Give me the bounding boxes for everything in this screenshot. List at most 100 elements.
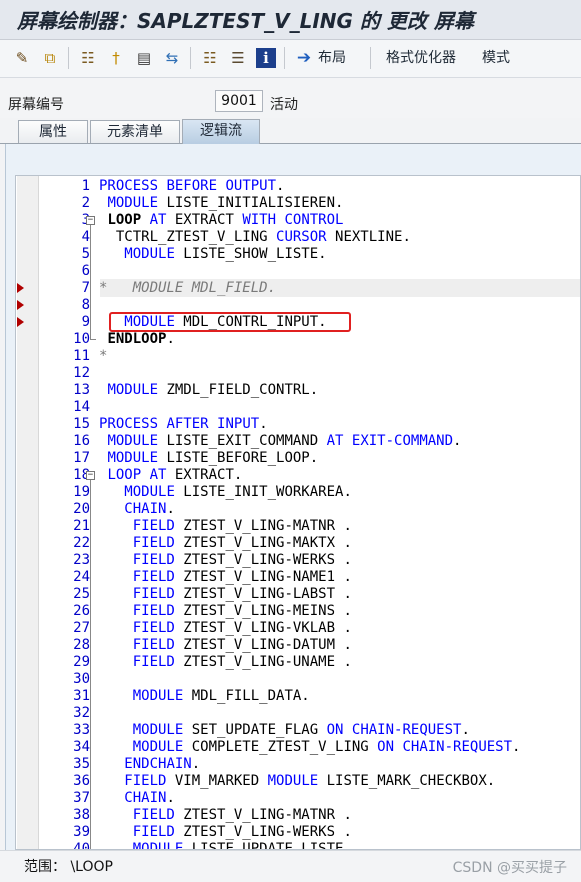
code-token: ZTEST_V_LING-MATNR . [174, 518, 352, 534]
toolbar-separator [68, 47, 69, 69]
code-line: FIELD ZTEST_V_LING-UNAME . [99, 654, 352, 671]
code-line: PROCESS BEFORE OUTPUT. [99, 178, 284, 195]
screen-number-field[interactable]: 9001 [215, 90, 263, 112]
title-bar: 屏幕绘制器：SAPLZTEST_V_LING 的 更改 屏幕 [0, 0, 581, 40]
breakpoint-marker-icon [17, 300, 24, 310]
line-number: 17 [73, 450, 90, 466]
comment-token: * [99, 348, 108, 364]
code-line: FIELD ZTEST_V_LING-MATNR . [99, 518, 352, 535]
line-number: 39 [73, 824, 90, 840]
keyword-token: FIELD [132, 552, 175, 568]
code-line: MODULE LISTE_INIT_WORKAREA. [99, 484, 352, 501]
screen-number-row: 屏幕编号 9001 活动 [0, 78, 581, 118]
keyword-token: FIELD [132, 637, 175, 653]
keyword-token: CONTROL [284, 212, 344, 228]
pencil-icon[interactable]: ✎ [12, 48, 32, 68]
line-number: 16 [73, 433, 90, 449]
toolbar-separator [370, 47, 371, 69]
code-line: FIELD ZTEST_V_LING-MAKTX . [99, 535, 352, 552]
line-number: 38 [73, 807, 90, 823]
code-line: * MODULE MDL_FIELD. [99, 280, 276, 297]
code-token: ZTEST_V_LING-MAKTX . [174, 535, 352, 551]
keyword-token: FIELD [132, 824, 175, 840]
comment-token: * MODULE MDL_FIELD. [99, 280, 277, 296]
code-token: ZTEST_V_LING-UNAME . [174, 654, 352, 670]
fold-end [90, 339, 96, 340]
hierarchy-icon[interactable]: ☷ [78, 48, 98, 68]
code-line: CHAIN. [99, 790, 175, 807]
code-line: FIELD ZTEST_V_LING-NAME1 . [99, 569, 352, 586]
code-token: . [166, 501, 175, 517]
keyword-token: CHAIN [124, 790, 167, 806]
toolbar-separator [284, 47, 285, 69]
pretty-printer-button[interactable]: 格式优化器 [386, 48, 456, 68]
tab-element-list[interactable]: 元素清单 [90, 120, 180, 143]
arrow-right-icon[interactable]: ➔ [294, 48, 314, 68]
keyword-token: LOOP [107, 467, 142, 483]
copy-check-icon[interactable]: ⧉ [40, 48, 60, 68]
tree-icon[interactable]: ☷ [200, 48, 220, 68]
code-token: ZTEST_V_LING-DATUM . [174, 637, 352, 653]
code-token: . [166, 790, 175, 806]
keyword-token: INPUT [217, 416, 260, 432]
code-token: ZTEST_V_LING-WERKS . [174, 552, 352, 568]
code-line: MODULE MDL_FILL_DATA. [99, 688, 310, 705]
tab-strip: 属性 元素清单 逻辑流 [0, 118, 581, 144]
info-icon[interactable]: i [256, 48, 276, 68]
code-line: * [99, 348, 107, 365]
keyword-token: MODULE [124, 484, 175, 500]
line-number: 35 [73, 756, 90, 772]
application-toolbar: ✎ ⧉ ☷ † ▤ ⇆ ☷ ☰ i ➔ 布局 格式优化器 模式 [0, 40, 581, 78]
keyword-token: FIELD [124, 773, 167, 789]
keyword-token: FIELD [132, 807, 175, 823]
list-icon[interactable]: ☰ [228, 48, 248, 68]
code-token: EXTRACT. [166, 467, 243, 483]
code-line: ENDLOOP. [99, 331, 174, 348]
code-line: LOOP AT EXTRACT WITH CONTROL [99, 212, 343, 229]
line-number: 33 [73, 722, 90, 738]
code-token: ZMDL_FIELD_CONTRL. [158, 382, 319, 398]
code-token: . [191, 756, 201, 772]
code-token: LISTE_MARK_CHECKBOX. [318, 773, 496, 789]
code-line: MODULE SET_UPDATE_FLAG ON CHAIN-REQUEST. [99, 722, 470, 739]
tab-attributes[interactable]: 属性 [18, 120, 88, 143]
layout-button[interactable]: 布局 [318, 48, 346, 68]
navigate-icon[interactable]: ⇆ [162, 48, 182, 68]
keyword-token: MODULE [107, 382, 159, 398]
scope-indicator: 范围： \LOOP [24, 859, 113, 875]
code-line: MODULE LISTE_UPDATE_LISTE. [99, 841, 352, 849]
keyword-token: AT [326, 433, 344, 449]
pin-icon[interactable]: † [106, 48, 126, 68]
layout-icon[interactable]: ▤ [134, 48, 154, 68]
toolbar-separator [190, 47, 191, 69]
code-line: TCTRL_ZTEST_V_LING CURSOR NEXTLINE. [99, 229, 411, 246]
keyword-token: MODULE [132, 739, 184, 755]
keyword-token: MODULE [124, 314, 175, 330]
line-number: 18 [73, 467, 90, 483]
line-number: 13 [73, 382, 90, 398]
code-token: VIM_MARKED [166, 773, 268, 789]
code-line: FIELD ZTEST_V_LING-LABST . [99, 586, 352, 603]
flow-logic-editor[interactable]: 1 PROCESS BEFORE OUTPUT. 2 MODULE LISTE_IN… [15, 175, 581, 850]
keyword-token: EXIT-COMMAND [351, 433, 454, 449]
code-line: MODULE LISTE_EXIT_COMMAND AT EXIT-COMMAN… [99, 433, 461, 450]
code-line: LOOP AT EXTRACT. [99, 467, 242, 484]
tab-flow-logic[interactable]: 逻辑流 [182, 119, 260, 144]
line-number: 28 [73, 637, 90, 653]
line-number: 31 [73, 688, 90, 704]
code-line: MODULE ZMDL_FIELD_CONTRL. [99, 382, 318, 399]
keyword-token: FIELD [132, 518, 175, 534]
code-token: ZTEST_V_LING-WERKS . [174, 824, 352, 840]
mode-button[interactable]: 模式 [482, 48, 510, 68]
